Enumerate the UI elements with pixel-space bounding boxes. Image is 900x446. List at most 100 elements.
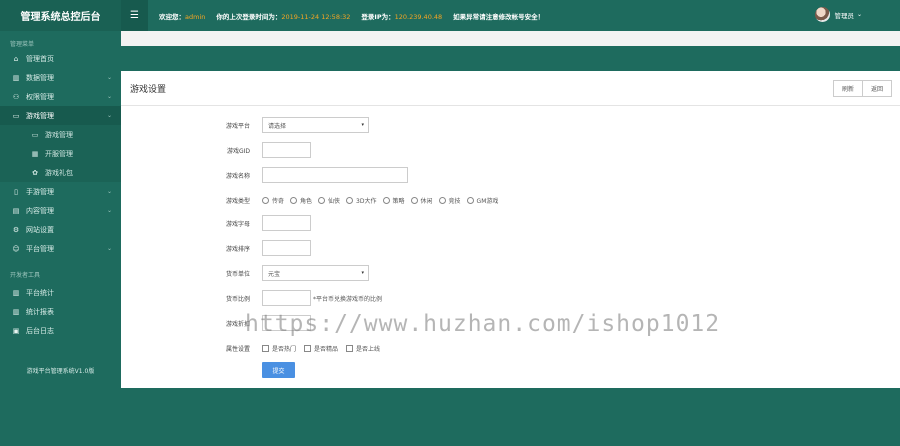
chart-icon: ▥	[12, 73, 20, 82]
form-row-attrs: 属性设置 是否热门 是否精品 是否上线	[121, 340, 900, 356]
sidebar-item-permission[interactable]: ⚇ 权限管理 ⌄	[0, 87, 121, 106]
gamepad-icon: ▭	[31, 130, 39, 139]
type-radio-group: 传奇 角色 仙侠 3D大作 策略 休闲 竞技 GM游戏	[262, 196, 504, 205]
page-title: 游戏设置	[130, 84, 167, 95]
attr-label: 属性设置	[225, 345, 250, 353]
form-row-ratio: 货币比例 *平台币兑换游戏币的比例	[121, 290, 900, 306]
attr-checkbox-online[interactable]: 是否上线	[346, 344, 380, 353]
gid-label: 游戏GID	[226, 147, 250, 155]
menu-toggle-button[interactable]: ☰	[121, 0, 148, 31]
chart-icon: ▥	[12, 288, 20, 297]
brand-title: 管理系统总控后台	[0, 0, 121, 31]
sidebar-item-home[interactable]: ⌂ 管理首页	[0, 49, 121, 68]
submit-button[interactable]: 提交	[262, 362, 295, 378]
attr-checkbox-group: 是否热门 是否精品 是否上线	[262, 344, 388, 353]
calendar-icon: ▦	[31, 149, 39, 158]
chevron-down-icon: ⌄	[106, 188, 112, 195]
form-row-letter: 游戏字母	[121, 215, 900, 231]
user-name: 管理员	[834, 11, 854, 20]
ratio-hint: *平台币兑换游戏币的比例	[313, 295, 383, 303]
chevron-down-icon: ⌄	[106, 207, 112, 214]
sidebar-item-admin-log[interactable]: ▣ 后台日志	[0, 321, 121, 340]
chevron-down-icon: ⌄	[106, 112, 112, 119]
platform-select[interactable]: 请选择 ▾	[262, 117, 369, 133]
sidebar: 管理系统总控后台 管理菜单 ⌂ 管理首页 ▥ 数据管理 ⌄ ⚇ 权限管理 ⌄ ▭…	[0, 0, 121, 446]
chevron-down-icon: ⌄	[106, 245, 112, 252]
type-radio[interactable]: 策略	[382, 196, 405, 205]
version-text: 游戏平台管理系统V1.0版	[26, 368, 95, 375]
form-row-gid: 游戏GID	[121, 142, 900, 158]
panel-header: 游戏设置 刷新 返回	[121, 71, 900, 106]
type-radio[interactable]: 竞技	[438, 196, 461, 205]
form-row-name: 游戏名称	[121, 167, 900, 183]
chart-icon: ▥	[12, 307, 20, 316]
file-icon: ▤	[12, 206, 20, 215]
currency-label: 货币单位	[225, 270, 250, 278]
gid-input[interactable]	[262, 142, 311, 158]
name-input[interactable]	[262, 167, 408, 183]
caret-down-icon: ▾	[361, 270, 364, 276]
caret-down-icon: ▾	[361, 122, 364, 128]
sidebar-item-mobile-game[interactable]: ▯ 手游管理 ⌄	[0, 182, 121, 201]
type-radio[interactable]: 角色	[290, 196, 312, 205]
game-settings-panel: 游戏设置 刷新 返回 游戏平台 请选择 ▾ 游戏GID 游戏名称 游戏类型 传奇…	[121, 71, 900, 388]
form-row-order: 游戏排序	[121, 240, 900, 256]
order-label: 游戏排序	[225, 245, 250, 253]
order-input[interactable]	[262, 240, 311, 256]
topbar: ☰ 欢迎您：admin 你的上次登录时间为：2019-11-24 12:58:3…	[121, 0, 900, 31]
discount-input[interactable]	[262, 315, 311, 331]
type-label: 游戏类型	[225, 197, 250, 205]
back-button[interactable]: 返回	[861, 81, 891, 96]
attr-checkbox-quality[interactable]: 是否精品	[304, 344, 338, 353]
type-radio[interactable]: 休闲	[410, 196, 433, 205]
welcome-text: 欢迎您：admin	[159, 12, 206, 21]
group-icon: ⚇	[12, 92, 20, 101]
letter-input[interactable]	[262, 215, 311, 231]
gear-icon: ⚙	[12, 225, 20, 234]
last-login-text: 你的上次登录时间为：2019-11-24 12:58:32	[216, 12, 351, 21]
ratio-label: 货币比例	[225, 295, 250, 303]
sidebar-section-stats: 开发者工具	[10, 272, 41, 279]
login-ip-text: 登录IP为：120.239.40.48	[361, 12, 443, 21]
header-buttons: 刷新 返回	[832, 80, 892, 97]
platform-label: 游戏平台	[225, 122, 250, 130]
type-radio[interactable]: 仙侠	[318, 196, 340, 205]
banner-strip	[121, 46, 900, 71]
sidebar-sub-game-manage[interactable]: ▭ 游戏管理	[0, 125, 121, 144]
log-icon: ▣	[12, 326, 20, 335]
chevron-down-icon: ⌄	[856, 11, 862, 18]
avatar	[815, 7, 831, 22]
home-icon: ⌂	[13, 54, 19, 63]
user-icon: ☺	[12, 244, 20, 253]
currency-select[interactable]: 元宝 ▾	[262, 265, 369, 281]
sidebar-item-platform[interactable]: ☺ 平台管理 ⌄	[0, 239, 121, 258]
sidebar-item-game[interactable]: ▭ 游戏管理 ⌄	[0, 106, 121, 125]
gamepad-icon: ▭	[12, 111, 20, 120]
sidebar-item-content[interactable]: ▤ 内容管理 ⌄	[0, 201, 121, 220]
tab-strip	[121, 31, 900, 46]
security-notice: 如果异常请注意修改帐号安全！	[453, 12, 545, 21]
attr-checkbox-hot[interactable]: 是否热门	[262, 344, 296, 353]
chevron-down-icon: ⌄	[106, 93, 112, 100]
chevron-down-icon: ⌄	[106, 74, 112, 81]
sidebar-sub-gift[interactable]: ✿ 游戏礼包	[0, 163, 121, 182]
sidebar-item-platform-stats[interactable]: ▥ 平台统计	[0, 283, 121, 302]
type-radio[interactable]: 传奇	[262, 196, 284, 205]
sidebar-item-site-settings[interactable]: ⚙ 网站设置	[0, 220, 121, 239]
gift-icon: ✿	[32, 168, 38, 177]
form-row-platform: 游戏平台 请选择 ▾	[121, 117, 900, 133]
type-radio[interactable]: GM游戏	[466, 196, 498, 205]
sidebar-sub-server[interactable]: ▦ 开服管理	[0, 144, 121, 163]
discount-label: 游戏折扣	[225, 320, 250, 328]
mobile-icon: ▯	[14, 187, 18, 196]
form-row-type: 游戏类型 传奇 角色 仙侠 3D大作 策略 休闲 竞技 GM游戏	[121, 192, 900, 208]
refresh-button[interactable]: 刷新	[834, 81, 862, 96]
sidebar-item-stats-report[interactable]: ▥ 统计报表	[0, 302, 121, 321]
letter-label: 游戏字母	[225, 220, 250, 228]
type-radio[interactable]: 3D大作	[346, 196, 377, 205]
sidebar-item-data[interactable]: ▥ 数据管理 ⌄	[0, 68, 121, 87]
ratio-input[interactable]	[262, 290, 311, 306]
user-menu[interactable]: 管理员 ⌄	[815, 7, 862, 22]
menu-icon: ☰	[130, 10, 139, 21]
name-label: 游戏名称	[225, 172, 250, 180]
